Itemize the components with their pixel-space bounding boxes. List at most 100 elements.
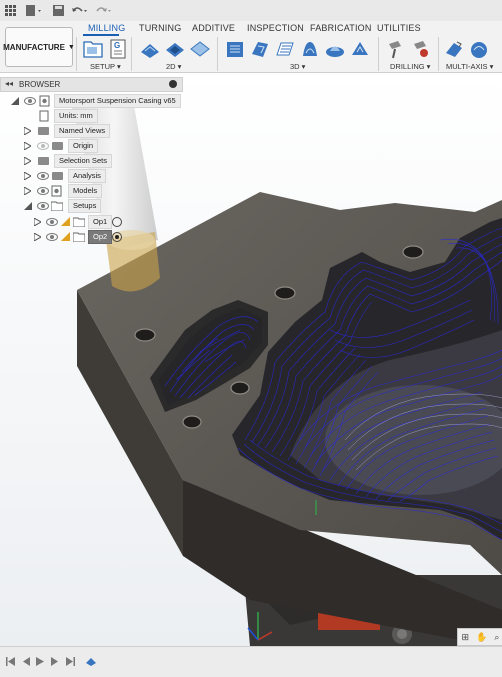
tree-item-selection-sets[interactable]: Selection Sets: [10, 154, 180, 168]
group-drilling[interactable]: DRILLING ▾: [390, 62, 430, 71]
2d-pocket-icon[interactable]: [164, 38, 186, 60]
tree-label: Op2: [88, 230, 113, 244]
expand-arrow-icon[interactable]: [34, 218, 41, 226]
group-2d[interactable]: 2D ▾: [166, 62, 181, 71]
eye-icon[interactable]: [37, 172, 49, 180]
save-icon[interactable]: [51, 3, 65, 18]
zoom-icon[interactable]: ⌕: [494, 632, 499, 643]
tree-label: Named Views: [54, 124, 111, 138]
tree-label: Motorsport Suspension Casing v65: [54, 94, 181, 108]
expand-arrow-icon[interactable]: [24, 142, 31, 150]
orbit-icon[interactable]: ⊞: [462, 632, 470, 643]
document-icon: [39, 110, 49, 122]
tree-item-units[interactable]: Units: mm: [10, 109, 180, 123]
multi-axis-contour-icon[interactable]: [468, 38, 490, 60]
tree-item-setups[interactable]: Setups: [10, 199, 180, 213]
face-icon[interactable]: [189, 38, 211, 60]
tree-label: Units: mm: [54, 109, 98, 123]
eye-icon[interactable]: [46, 218, 58, 226]
workspace-label: MANUFACTURE: [3, 42, 65, 52]
drill-icon[interactable]: [384, 38, 406, 60]
tab-milling[interactable]: MILLING: [88, 23, 125, 33]
timeline-play-icon[interactable]: [35, 656, 45, 666]
expand-arrow-icon[interactable]: [24, 127, 31, 135]
ribbon: MANUFACTURE ▼ MILLING TURNING ADDITIVE IN…: [0, 21, 502, 73]
expand-arrow-icon[interactable]: [24, 187, 31, 195]
eye-icon[interactable]: [46, 233, 58, 241]
activate-radio[interactable]: [112, 217, 122, 227]
tree-label: Analysis: [68, 169, 106, 183]
undo-icon[interactable]: [70, 3, 90, 18]
tab-fabrication[interactable]: FABRICATION: [310, 23, 372, 33]
setup-sheet-icon[interactable]: G: [107, 38, 129, 60]
folder-icon: [52, 142, 63, 150]
tree-label: Selection Sets: [54, 154, 112, 168]
active-tab-indicator: [83, 34, 119, 36]
tree-label: Setups: [68, 199, 102, 213]
tab-additive[interactable]: ADDITIVE: [192, 23, 235, 33]
group-setup[interactable]: SETUP ▾: [90, 62, 121, 71]
activate-radio-active[interactable]: [112, 232, 122, 242]
pan-icon[interactable]: ✋: [476, 632, 487, 643]
expand-arrow-icon[interactable]: [24, 172, 31, 180]
setup-icon: [73, 232, 85, 242]
group-3d[interactable]: 3D ▾: [290, 62, 305, 71]
workspace-switcher[interactable]: MANUFACTURE ▼: [3, 27, 75, 67]
app-bar: [0, 0, 502, 22]
hole-recognition-icon[interactable]: [409, 38, 431, 60]
tab-turning[interactable]: TURNING: [139, 23, 181, 33]
tree-item-models[interactable]: Models: [10, 184, 180, 198]
setups-folder-icon: [51, 201, 63, 211]
timeline-forward-icon[interactable]: [50, 656, 60, 666]
eye-icon[interactable]: [24, 97, 36, 105]
redo-icon[interactable]: [94, 3, 114, 18]
tree-item-origin[interactable]: Origin: [10, 139, 180, 153]
eye-icon[interactable]: [37, 187, 49, 195]
expand-arrow-icon[interactable]: [24, 157, 31, 165]
contour-icon[interactable]: [299, 38, 321, 60]
timeline-back-icon[interactable]: [20, 656, 30, 666]
eye-icon[interactable]: [37, 202, 49, 210]
parallel-icon[interactable]: [274, 38, 296, 60]
tab-utilities[interactable]: UTILITIES: [377, 23, 421, 33]
tree-item-named-views[interactable]: Named Views: [10, 124, 180, 138]
group-multi-axis[interactable]: MULTI-AXIS ▾: [446, 62, 493, 71]
tree-item-op1[interactable]: Op1: [10, 215, 180, 229]
collapse-left-icon[interactable]: ◂◂: [5, 79, 13, 88]
grid-menu-icon[interactable]: [3, 3, 17, 18]
setup-icon: [73, 217, 85, 227]
warning-icon: [61, 232, 70, 241]
2d-adaptive-icon[interactable]: [139, 38, 161, 60]
expand-arrow-icon[interactable]: [11, 97, 19, 105]
tree-label: Op1: [88, 215, 113, 229]
tree-label: Origin: [68, 139, 99, 153]
browser-title: BROWSER: [19, 80, 61, 89]
timeline-bar: [0, 646, 502, 677]
folder-icon: [38, 157, 49, 165]
browser-tree: Motorsport Suspension Casing v65 Units: …: [0, 94, 183, 244]
browser-header[interactable]: ◂◂ BROWSER: [0, 77, 183, 92]
tab-inspection[interactable]: INSPECTION: [247, 23, 304, 33]
component-icon: [51, 185, 62, 197]
timeline-start-icon[interactable]: [5, 656, 15, 666]
tree-item-document[interactable]: Motorsport Suspension Casing v65: [10, 94, 181, 108]
folder-icon: [52, 172, 63, 180]
swarf-icon[interactable]: [443, 38, 465, 60]
tree-item-analysis[interactable]: Analysis: [10, 169, 180, 183]
svg-text:G: G: [114, 41, 120, 50]
eye-hidden-icon[interactable]: [37, 142, 49, 150]
3d-adaptive-icon[interactable]: [224, 38, 246, 60]
tree-item-op2[interactable]: Op2: [10, 230, 180, 244]
new-setup-icon[interactable]: [82, 38, 104, 60]
expand-arrow-icon[interactable]: [24, 202, 32, 210]
3d-pocket-icon[interactable]: [249, 38, 271, 60]
timeline-feature-icon[interactable]: [84, 656, 98, 666]
timeline-end-icon[interactable]: [65, 656, 75, 666]
component-icon: [39, 95, 50, 107]
pencil-icon[interactable]: [349, 38, 371, 60]
file-icon[interactable]: [24, 3, 44, 18]
browser-options-icon[interactable]: [169, 80, 177, 88]
scallop-icon[interactable]: [324, 38, 346, 60]
warning-icon: [61, 217, 70, 226]
expand-arrow-icon[interactable]: [34, 233, 41, 241]
